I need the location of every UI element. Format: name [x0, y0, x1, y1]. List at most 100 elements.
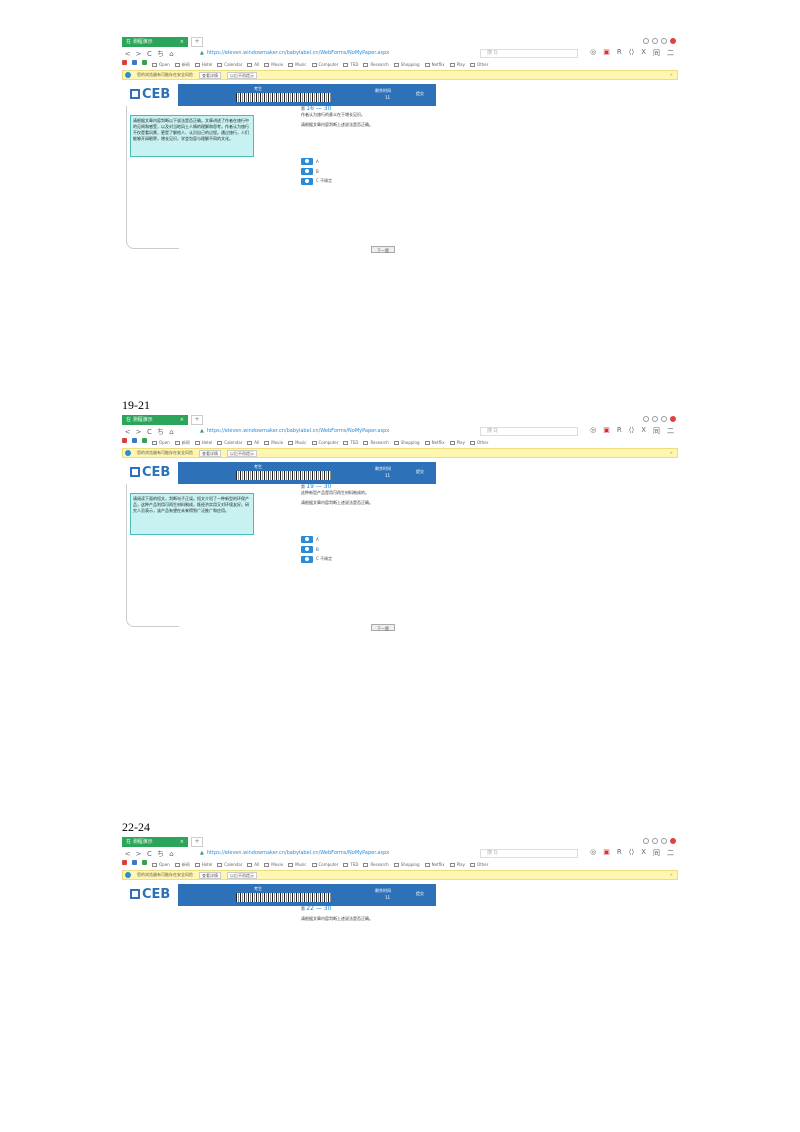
bookmark-item[interactable]: Other: [469, 860, 488, 870]
flag-icon[interactable]: R: [617, 426, 622, 436]
option-c[interactable]: C 不确定: [301, 176, 332, 186]
target-icon[interactable]: ◎: [590, 48, 596, 58]
share-icon[interactable]: ⟨⟩: [629, 848, 634, 858]
flag-icon[interactable]: R: [617, 848, 622, 858]
tab-close-icon[interactable]: ×: [180, 37, 184, 47]
search-input[interactable]: 搜 Q: [480, 849, 578, 858]
forward-button[interactable]: >: [133, 428, 144, 436]
minimize-icon[interactable]: [643, 838, 649, 844]
bookmark-item[interactable]: Hotel: [194, 860, 212, 870]
bookmark-item[interactable]: Open: [152, 438, 170, 448]
bookmark-item[interactable]: Calendar: [217, 60, 242, 70]
bookmark-item[interactable]: Calendar: [217, 438, 242, 448]
bookmark-app-icon[interactable]: [142, 860, 147, 865]
reload-button[interactable]: C: [144, 50, 155, 58]
bookmark-item[interactable]: Open: [152, 860, 170, 870]
infobar-dismiss-button[interactable]: 以后不再提示: [227, 450, 257, 457]
minimize-icon[interactable]: [643, 38, 649, 44]
bookmark-item[interactable]: Play: [449, 60, 465, 70]
new-tab-button[interactable]: +: [191, 837, 203, 847]
reload-button[interactable]: C: [144, 850, 155, 858]
option-a[interactable]: A: [301, 156, 332, 166]
cut-icon[interactable]: X: [641, 848, 646, 858]
bookmark-item[interactable]: Shopping: [393, 860, 420, 870]
bookmark-item[interactable]: TED: [343, 60, 358, 70]
bookmark-item[interactable]: Netflix: [424, 438, 445, 448]
infobar-details-button[interactable]: 查看详情: [199, 872, 221, 879]
undo-button[interactable]: ち: [155, 427, 166, 437]
next-button[interactable]: 下一题: [371, 246, 395, 253]
cut-icon[interactable]: X: [641, 48, 646, 58]
bookmark-item[interactable]: Shopping: [393, 438, 420, 448]
close-window-icon[interactable]: [670, 838, 676, 844]
submit-button[interactable]: 提交: [416, 891, 424, 897]
bookmark-item[interactable]: Play: [449, 438, 465, 448]
bookmark-app-icon[interactable]: [142, 60, 147, 65]
bookmark-app-icon[interactable]: [122, 60, 127, 65]
menu-icon[interactable]: 二: [667, 48, 674, 58]
bookmark-item[interactable]: Research: [363, 860, 389, 870]
bookmark-item[interactable]: Movie: [264, 860, 283, 870]
bookmark-item[interactable]: Movie: [264, 438, 283, 448]
bookmark-item[interactable]: Computer: [311, 60, 338, 70]
bookmark-item[interactable]: 新闻: [174, 60, 190, 70]
cut-icon[interactable]: X: [641, 426, 646, 436]
bookmark-item[interactable]: Open: [152, 60, 170, 70]
home-button[interactable]: ⌂: [166, 850, 177, 858]
search-input[interactable]: 搜 Q: [480, 427, 578, 436]
next-button[interactable]: 下一题: [371, 624, 395, 631]
infobar-close-icon[interactable]: ×: [670, 71, 673, 79]
bookmark-app-icon[interactable]: [132, 438, 137, 443]
radio-icon[interactable]: [301, 157, 313, 165]
option-b[interactable]: B: [301, 166, 332, 176]
bookmark-item[interactable]: Netflix: [424, 860, 445, 870]
infobar-dismiss-button[interactable]: 以后不再提示: [227, 872, 257, 879]
bookmark-item[interactable]: Movie: [264, 60, 283, 70]
bookmark-app-icon[interactable]: [142, 438, 147, 443]
maximize-icon[interactable]: [661, 838, 667, 844]
submit-button[interactable]: 提交: [416, 91, 424, 97]
option-a[interactable]: A: [301, 534, 332, 544]
bookmark-item[interactable]: Play: [449, 860, 465, 870]
close-window-icon[interactable]: [670, 416, 676, 422]
home-button[interactable]: ⌂: [166, 50, 177, 58]
bookmark-item[interactable]: TED: [343, 860, 358, 870]
browser-tab[interactable]: 在 测程演示 ×: [122, 415, 188, 425]
bookmark-item[interactable]: Research: [363, 60, 389, 70]
bookmark-item[interactable]: TED: [343, 438, 358, 448]
bookmark-item[interactable]: 新闻: [174, 438, 190, 448]
infobar-dismiss-button[interactable]: 以后不再提示: [227, 72, 257, 79]
red-square-icon[interactable]: ▣: [603, 426, 610, 436]
restore-icon[interactable]: [652, 416, 658, 422]
option-c[interactable]: C 不确定: [301, 554, 332, 564]
radio-icon[interactable]: [301, 535, 313, 543]
close-window-icon[interactable]: [670, 38, 676, 44]
undo-button[interactable]: ち: [155, 49, 166, 59]
reload-button[interactable]: C: [144, 428, 155, 436]
bookmark-item[interactable]: Computer: [311, 860, 338, 870]
menu-icon[interactable]: 二: [667, 426, 674, 436]
bookmark-item[interactable]: 新闻: [174, 860, 190, 870]
browser-tab[interactable]: 在 测程演示 ×: [122, 837, 188, 847]
target-icon[interactable]: ◎: [590, 848, 596, 858]
bookmark-item[interactable]: Netflix: [424, 60, 445, 70]
browser-tab[interactable]: 在 测程演示 ×: [122, 37, 188, 47]
option-b[interactable]: B: [301, 544, 332, 554]
restore-icon[interactable]: [652, 38, 658, 44]
bookmark-item[interactable]: Research: [363, 438, 389, 448]
bookmark-item[interactable]: Hotel: [194, 60, 212, 70]
home-button[interactable]: ⌂: [166, 428, 177, 436]
back-button[interactable]: <: [122, 428, 133, 436]
bookmark-item[interactable]: Music: [288, 860, 307, 870]
radio-icon[interactable]: [301, 167, 313, 175]
bookmark-app-icon[interactable]: [132, 860, 137, 865]
bookmark-item[interactable]: Computer: [311, 438, 338, 448]
minimize-icon[interactable]: [643, 416, 649, 422]
maximize-icon[interactable]: [661, 38, 667, 44]
share-icon[interactable]: ⟨⟩: [629, 48, 634, 58]
bookmark-app-icon[interactable]: [122, 860, 127, 865]
bookmark-item[interactable]: Other: [469, 60, 488, 70]
infobar-details-button[interactable]: 查看详情: [199, 72, 221, 79]
tab-close-icon[interactable]: ×: [180, 415, 184, 425]
bookmark-app-icon[interactable]: [132, 60, 137, 65]
